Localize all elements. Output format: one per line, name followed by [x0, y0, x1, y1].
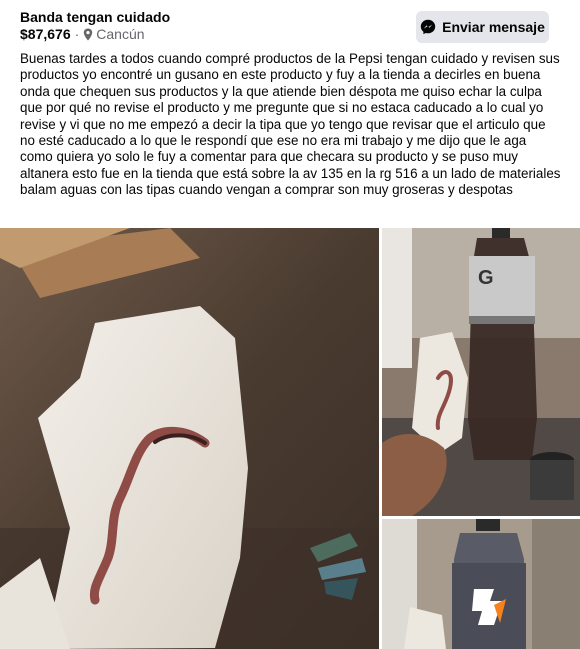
photo-worm-closeup[interactable] [0, 228, 379, 649]
messenger-icon [420, 19, 436, 35]
svg-text:G: G [478, 267, 494, 289]
post-header: Banda tengan cuidado $87,676 · Cancún En… [0, 0, 580, 50]
send-message-label: Enviar mensaje [442, 19, 545, 35]
post-meta: $87,676 · Cancún [20, 26, 145, 42]
post-location[interactable]: Cancún [96, 26, 144, 42]
post-price: $87,676 [20, 26, 71, 42]
photo-gallery: G [0, 228, 580, 649]
post-description: Buenas tardes a todos cuando compré prod… [20, 51, 561, 198]
photo-bottle-logo[interactable] [382, 519, 580, 649]
send-message-button[interactable]: Enviar mensaje [416, 11, 549, 43]
post-title: Banda tengan cuidado [20, 9, 171, 25]
bottle-with-worm-image: G [382, 228, 580, 516]
bottle-logo-image [382, 519, 580, 649]
meta-separator: · [74, 26, 80, 42]
photo-bottle-with-worm[interactable]: G [382, 228, 580, 516]
map-pin-icon [84, 28, 93, 40]
worm-closeup-image [0, 228, 379, 649]
